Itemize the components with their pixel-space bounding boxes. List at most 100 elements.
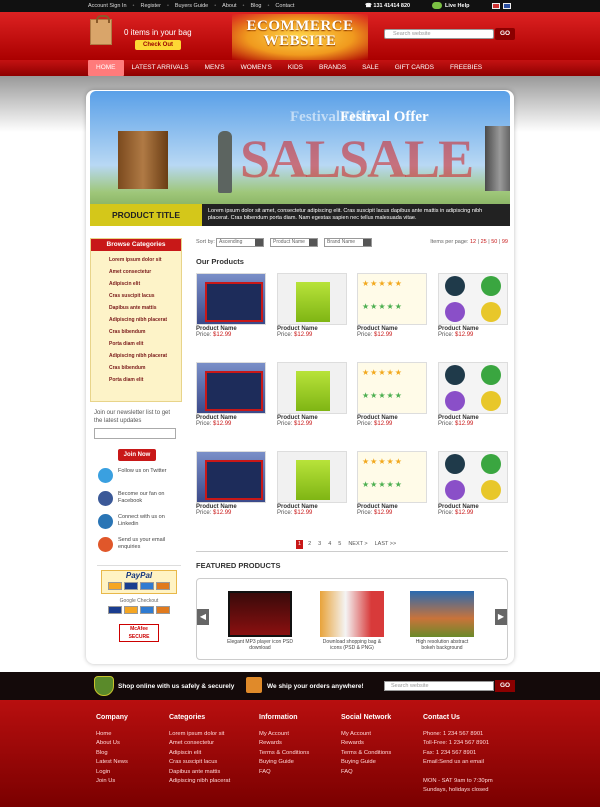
product-image[interactable] bbox=[357, 451, 427, 503]
footer-link[interactable]: Rewards bbox=[259, 739, 309, 748]
buyers-guide-link[interactable]: Buyers Guide bbox=[175, 3, 208, 9]
featured-caption[interactable]: High resolution abstract bokeh backgroun… bbox=[409, 639, 475, 651]
live-help-button[interactable]: Live Help bbox=[432, 2, 469, 9]
join-now-button[interactable]: Join Now bbox=[118, 449, 156, 461]
page-link[interactable]: 3 bbox=[316, 540, 323, 549]
category-item[interactable]: Porta diam elit bbox=[109, 377, 181, 389]
product-name-select[interactable]: Product Name bbox=[270, 238, 318, 247]
featured-item[interactable]: High resolution abstract bokeh backgroun… bbox=[409, 591, 475, 651]
product-image[interactable] bbox=[196, 362, 266, 414]
footer-link[interactable]: Lorem ipsum dolor sit bbox=[169, 730, 230, 739]
footer-link[interactable]: Rewards bbox=[341, 739, 391, 748]
footer-link[interactable]: Latest News bbox=[96, 758, 128, 767]
shopping-bag-icon[interactable] bbox=[90, 15, 112, 45]
nav-latest-arrivals[interactable]: LATEST ARRIVALS bbox=[124, 60, 197, 76]
footer-link[interactable]: Join Us bbox=[96, 777, 128, 786]
category-item[interactable]: Cras suscipit lacus bbox=[109, 293, 181, 305]
flag-uk-icon[interactable] bbox=[503, 3, 511, 9]
social-email[interactable]: Send us your email enquiries bbox=[98, 537, 180, 560]
product-card[interactable]: Product NamePrice: $12.99 bbox=[196, 362, 268, 432]
contact-link[interactable]: Contact bbox=[275, 3, 294, 9]
nav-home[interactable]: HOME bbox=[88, 60, 124, 76]
contact-email-link[interactable]: Email:Send us an email bbox=[423, 758, 493, 767]
featured-image[interactable] bbox=[410, 591, 474, 637]
header-search-go-button[interactable]: GO bbox=[495, 28, 515, 40]
footer-search-input[interactable]: Search website bbox=[384, 681, 494, 691]
product-image[interactable] bbox=[277, 273, 347, 325]
product-card[interactable]: Product NamePrice: $12.99 bbox=[196, 451, 268, 521]
flag-canada-icon[interactable] bbox=[492, 3, 500, 9]
per-page-option[interactable]: 99 bbox=[502, 239, 508, 245]
footer-link[interactable]: About Us bbox=[96, 739, 128, 748]
blog-link[interactable]: Blog bbox=[250, 3, 261, 9]
nav-sale[interactable]: SALE bbox=[354, 60, 387, 76]
brand-name-select[interactable]: Brand Name bbox=[324, 238, 372, 247]
footer-link[interactable]: Terms & Conditions bbox=[341, 749, 391, 758]
footer-link[interactable]: Adipiscing nibh placerat bbox=[169, 777, 230, 786]
footer-link[interactable]: My Account bbox=[259, 730, 309, 739]
page-link[interactable]: 5 bbox=[336, 540, 343, 549]
footer-link[interactable]: My Account bbox=[341, 730, 391, 739]
product-image[interactable] bbox=[438, 451, 508, 503]
nav-mens[interactable]: MEN'S bbox=[197, 60, 233, 76]
next-page-link[interactable]: NEXT > bbox=[346, 540, 369, 549]
product-card[interactable]: Product NamePrice: $12.99 bbox=[357, 451, 429, 521]
footer-link[interactable]: FAQ bbox=[259, 768, 309, 777]
footer-link[interactable]: Buying Guide bbox=[341, 758, 391, 767]
product-card[interactable]: Product NamePrice: $12.99 bbox=[438, 273, 510, 343]
product-image[interactable] bbox=[196, 273, 266, 325]
nav-gift-cards[interactable]: GIFT CARDS bbox=[387, 60, 442, 76]
last-page-link[interactable]: LAST >> bbox=[373, 540, 399, 549]
about-link[interactable]: About bbox=[222, 3, 236, 9]
category-item[interactable]: Cras bibendum bbox=[109, 329, 181, 341]
category-item[interactable]: Cras bibendum bbox=[109, 365, 181, 377]
footer-link[interactable]: Home bbox=[96, 730, 128, 739]
footer-link[interactable]: Adipiscin elit bbox=[169, 749, 230, 758]
social-facebook[interactable]: Become our fan on Facebook bbox=[98, 491, 180, 514]
product-image[interactable] bbox=[438, 362, 508, 414]
checkout-button[interactable]: Check Out bbox=[135, 40, 181, 50]
product-card[interactable]: Product NamePrice: $12.99 bbox=[196, 273, 268, 343]
nav-brands[interactable]: BRANDS bbox=[311, 60, 354, 76]
carousel-next-arrow-icon[interactable]: ▶ bbox=[495, 609, 507, 625]
featured-item[interactable]: Elegant MP3 player icon PSD download bbox=[227, 591, 293, 651]
featured-image[interactable] bbox=[228, 591, 292, 637]
per-page-option[interactable]: 50 bbox=[491, 239, 497, 245]
carousel-prev-arrow-icon[interactable]: ◀ bbox=[197, 609, 209, 625]
footer-link[interactable]: Buying Guide bbox=[259, 758, 309, 767]
page-link[interactable]: 4 bbox=[326, 540, 333, 549]
featured-image[interactable] bbox=[320, 591, 384, 637]
product-card[interactable]: Product NamePrice: $12.99 bbox=[277, 273, 349, 343]
per-page-option[interactable]: 25 bbox=[481, 239, 487, 245]
category-item[interactable]: Amet consectetur bbox=[109, 269, 181, 281]
product-image[interactable] bbox=[277, 362, 347, 414]
footer-link[interactable]: FAQ bbox=[341, 768, 391, 777]
category-item[interactable]: Adipiscing nibh placerat bbox=[109, 353, 181, 365]
newsletter-email-input[interactable] bbox=[94, 428, 176, 439]
sort-order-select[interactable]: Ascending bbox=[216, 238, 264, 247]
footer-link[interactable]: Cras suscipit lacus bbox=[169, 758, 230, 767]
header-search-input[interactable]: Search website bbox=[384, 29, 494, 39]
footer-link[interactable]: Dapibus ante mattis bbox=[169, 768, 230, 777]
register-link[interactable]: Register bbox=[140, 3, 160, 9]
category-item[interactable]: Porta diam elit bbox=[109, 341, 181, 353]
product-image[interactable] bbox=[357, 362, 427, 414]
product-card[interactable]: Product NamePrice: $12.99 bbox=[438, 451, 510, 521]
page-link[interactable]: 2 bbox=[306, 540, 313, 549]
footer-search-go-button[interactable]: GO bbox=[495, 680, 515, 692]
site-logo[interactable]: ECOMMERCE WEBSITE bbox=[232, 14, 368, 60]
nav-womens[interactable]: WOMEN'S bbox=[233, 60, 280, 76]
category-item[interactable]: Dapibus ante mattis bbox=[109, 305, 181, 317]
product-card[interactable]: Product NamePrice: $12.99 bbox=[438, 362, 510, 432]
nav-kids[interactable]: KIDS bbox=[280, 60, 311, 76]
page-link-current[interactable]: 1 bbox=[296, 540, 304, 549]
product-image[interactable] bbox=[438, 273, 508, 325]
featured-item[interactable]: Download shopping bag & icons (PSD & PNG… bbox=[319, 591, 385, 651]
social-twitter[interactable]: Follow us on Twitter bbox=[98, 468, 180, 491]
product-card[interactable]: Product NamePrice: $12.99 bbox=[277, 451, 349, 521]
footer-link[interactable]: Terms & Conditions bbox=[259, 749, 309, 758]
featured-caption[interactable]: Elegant MP3 player icon PSD download bbox=[227, 639, 293, 651]
account-sign-in-link[interactable]: Account Sign In bbox=[88, 3, 127, 9]
hero-banner[interactable]: Festival Offer Festival Offer SALSALE PR… bbox=[90, 91, 510, 226]
featured-caption[interactable]: Download shopping bag & icons (PSD & PNG… bbox=[319, 639, 385, 651]
